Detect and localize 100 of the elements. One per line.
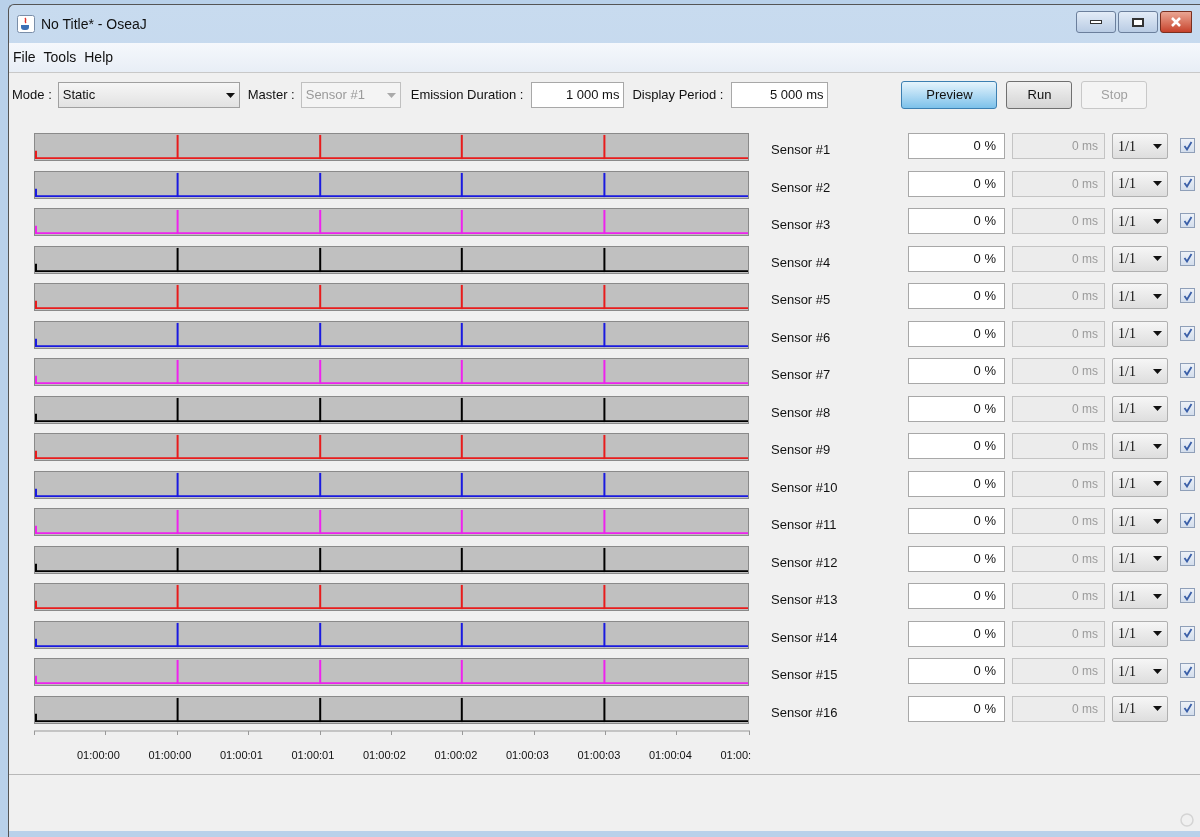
sensor-name: Sensor #7 [771, 366, 832, 384]
percent-field[interactable]: 0 % [908, 245, 1005, 272]
time-axis-label: 01:00: [720, 748, 753, 763]
checkbox[interactable] [1180, 250, 1195, 266]
checkbox[interactable] [1180, 588, 1195, 603]
maximize-button[interactable] [1118, 11, 1158, 33]
percent-field[interactable]: 0 % [908, 695, 1005, 722]
caret-icon [1153, 143, 1162, 149]
sensor-name: Sensor #9 [771, 441, 832, 459]
check-icon [1182, 665, 1193, 676]
check-icon [1182, 290, 1193, 301]
percent-field[interactable]: 0 % [908, 508, 1005, 534]
close-icon [1171, 17, 1181, 27]
time-axis-label: 01:00:00 [148, 748, 193, 763]
close-button[interactable] [1160, 11, 1192, 33]
time-axis-label: 01:00:03 [577, 748, 622, 763]
caret-icon [1153, 368, 1162, 374]
checkbox[interactable] [1180, 213, 1195, 228]
check-icon [1182, 478, 1193, 488]
master-label: Master : [247, 86, 295, 105]
checkbox[interactable] [1180, 288, 1195, 303]
sensor-name: Sensor #16 [771, 703, 839, 722]
checkbox[interactable] [1180, 325, 1195, 341]
ratio-dropdown[interactable]: 1/1 [1112, 620, 1168, 647]
sensor-name: Sensor #5 [771, 291, 832, 309]
time-axis-label: 01:00:01 [220, 748, 264, 763]
ratio-dropdown[interactable]: 1/1 [1112, 283, 1168, 309]
checkbox[interactable] [1180, 438, 1195, 453]
percent-field[interactable]: 0 % [908, 320, 1005, 347]
sensor-name: Sensor #12 [771, 553, 839, 572]
checkbox[interactable] [1180, 513, 1195, 528]
mode-dropdown[interactable]: Static [57, 82, 240, 108]
check-icon [1182, 215, 1193, 226]
ratio-dropdown[interactable]: 1/1 [1112, 170, 1168, 197]
checkbox[interactable] [1180, 175, 1195, 191]
ratio-dropdown[interactable]: 1/1 [1112, 545, 1168, 572]
caret-icon [1153, 631, 1162, 636]
checkbox[interactable] [1180, 400, 1195, 416]
emission-duration-label: Emission Duration : [410, 86, 524, 105]
emission-duration-field[interactable]: 1 000 ms [531, 82, 625, 108]
checkbox[interactable] [1180, 550, 1195, 566]
percent-field[interactable]: 0 % [908, 470, 1005, 497]
ratio-dropdown[interactable]: 1/1 [1112, 470, 1168, 497]
percent-field[interactable]: 0 % [908, 545, 1005, 572]
checkbox[interactable] [1180, 363, 1195, 378]
menu-item[interactable]: Tools [43, 47, 77, 68]
percent-field[interactable]: 0 % [908, 283, 1005, 309]
sensor-name: Sensor #4 [771, 253, 832, 272]
ratio-dropdown[interactable]: 1/1 [1112, 358, 1168, 384]
sensor-name: Sensor #3 [771, 216, 832, 234]
checkbox[interactable] [1180, 663, 1195, 678]
sensor-name: Sensor #1 [771, 141, 832, 159]
ratio-dropdown[interactable]: 1/1 [1112, 208, 1168, 234]
toolbar-button[interactable]: Run [1006, 81, 1073, 109]
caret-icon [1153, 331, 1162, 336]
checkbox[interactable] [1180, 138, 1195, 153]
coffee-cup-icon [17, 15, 35, 33]
ratio-dropdown[interactable]: 1/1 [1112, 395, 1168, 422]
percent-field[interactable]: 0 % [908, 658, 1005, 684]
ratio-dropdown[interactable]: 1/1 [1112, 320, 1168, 347]
checkbox[interactable] [1180, 475, 1195, 491]
checkbox[interactable] [1180, 625, 1195, 641]
check-icon [1182, 590, 1193, 601]
time-axis-label: 01:00:04 [649, 748, 693, 763]
minimize-button[interactable] [1076, 11, 1116, 33]
caret-icon [1153, 293, 1162, 299]
percent-field[interactable]: 0 % [908, 170, 1005, 197]
check-icon [1182, 328, 1193, 338]
caret-icon [1153, 406, 1162, 411]
checkbox[interactable] [1180, 700, 1195, 716]
caret-icon [1153, 556, 1162, 561]
percent-field[interactable]: 0 % [908, 620, 1005, 647]
percent-field[interactable]: 0 % [908, 433, 1005, 459]
menu-item[interactable]: Help [84, 47, 114, 68]
caret-icon [1153, 181, 1162, 186]
ratio-dropdown[interactable]: 1/1 [1112, 583, 1168, 609]
percent-field[interactable]: 0 % [908, 583, 1005, 609]
percent-field[interactable]: 0 % [908, 133, 1005, 159]
time-axis-label: 01:00:00 [77, 748, 121, 763]
check-icon [1182, 515, 1193, 526]
menu-item[interactable]: File [13, 47, 36, 68]
ratio-dropdown[interactable]: 1/1 [1112, 508, 1168, 534]
check-icon [1182, 628, 1193, 638]
ratio-dropdown[interactable]: 1/1 [1112, 133, 1168, 159]
sensor-name: Sensor #15 [771, 666, 839, 684]
caret-icon [1153, 481, 1162, 486]
ratio-dropdown[interactable]: 1/1 [1112, 433, 1168, 459]
sensor-name: Sensor #6 [771, 328, 832, 347]
ratio-dropdown[interactable]: 1/1 [1112, 245, 1168, 272]
sensor-name: Sensor #10 [771, 478, 839, 497]
toolbar-button[interactable]: Preview [901, 81, 998, 109]
time-axis-label: 01:00:02 [434, 748, 479, 763]
ratio-dropdown[interactable]: 1/1 [1112, 695, 1168, 722]
percent-field[interactable]: 0 % [908, 358, 1005, 384]
percent-field[interactable]: 0 % [908, 208, 1005, 234]
percent-field[interactable]: 0 % [908, 395, 1005, 422]
time-axis-label: 01:00:01 [291, 748, 336, 763]
sensor-name: Sensor #8 [771, 403, 832, 422]
ratio-dropdown[interactable]: 1/1 [1112, 658, 1168, 684]
display-period-field[interactable]: 5 000 ms [731, 82, 829, 108]
